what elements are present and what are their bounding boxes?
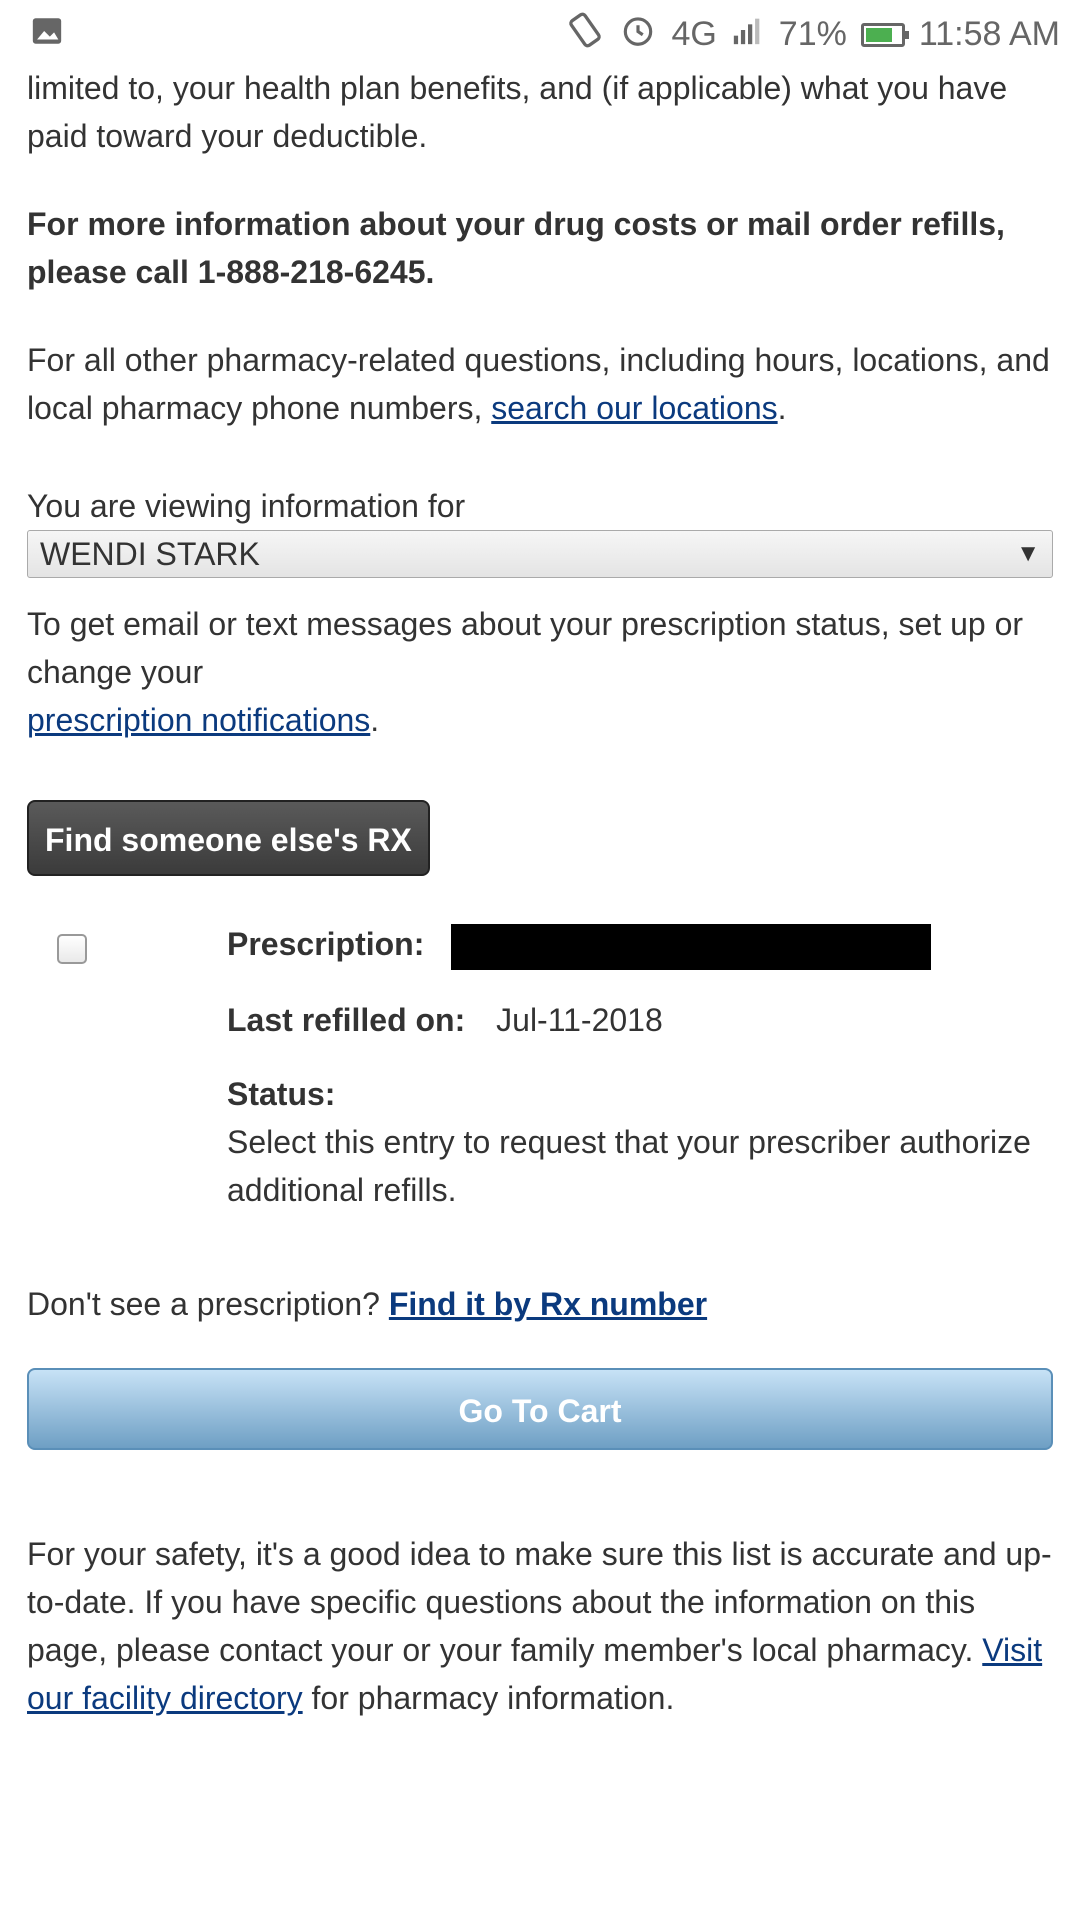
alarm-icon	[619, 11, 657, 58]
other-questions-text: For all other pharmacy-related questions…	[27, 342, 1050, 426]
image-icon	[30, 14, 64, 57]
network-type: 4G	[671, 15, 717, 53]
prescription-entry: Prescription: Last refilled on: Jul-11-2…	[27, 920, 1053, 1260]
prescription-checkbox[interactable]	[57, 934, 87, 964]
redacted-prescription-name	[451, 923, 932, 970]
intro-text: limited to, your health plan benefits, a…	[27, 70, 1008, 154]
status-text: Select this entry to request that your p…	[227, 1123, 1031, 1208]
member-select-value: WENDI STARK	[40, 536, 260, 572]
status-bar: 4G 71% 11:58 AM	[0, 0, 1080, 64]
dropdown-arrow-icon: ▼	[1016, 540, 1040, 567]
status-label: Status:	[227, 1075, 336, 1112]
dont-see-text: Don't see a prescription? Find it by Rx …	[27, 1286, 708, 1322]
prescription-label: Prescription:	[227, 926, 425, 962]
rotate-icon	[565, 10, 605, 59]
notifications-text: To get email or text messages about your…	[27, 606, 1024, 738]
member-select[interactable]: WENDI STARK ▼	[27, 530, 1053, 578]
clock: 11:58 AM	[918, 15, 1060, 53]
viewing-label: You are viewing information for	[27, 488, 466, 524]
find-someone-else-rx-button[interactable]: Find someone else's RX	[27, 800, 430, 876]
search-locations-link[interactable]: search our locations	[491, 390, 777, 426]
battery-icon	[860, 22, 909, 47]
go-to-cart-button[interactable]: Go To Cart	[27, 1368, 1053, 1450]
safety-text: For your safety, it's a good idea to mak…	[27, 1536, 1052, 1716]
signal-icon	[731, 13, 765, 56]
battery-percent: 71%	[778, 15, 847, 53]
call-info-text: For more information about your drug cos…	[27, 206, 1005, 290]
last-refilled-label: Last refilled on:	[227, 1001, 466, 1038]
last-refilled-value: Jul-11-2018	[496, 1001, 663, 1038]
prescription-notifications-link[interactable]: prescription notifications	[27, 702, 370, 738]
find-by-rx-number-link[interactable]: Find it by Rx number	[389, 1286, 707, 1322]
